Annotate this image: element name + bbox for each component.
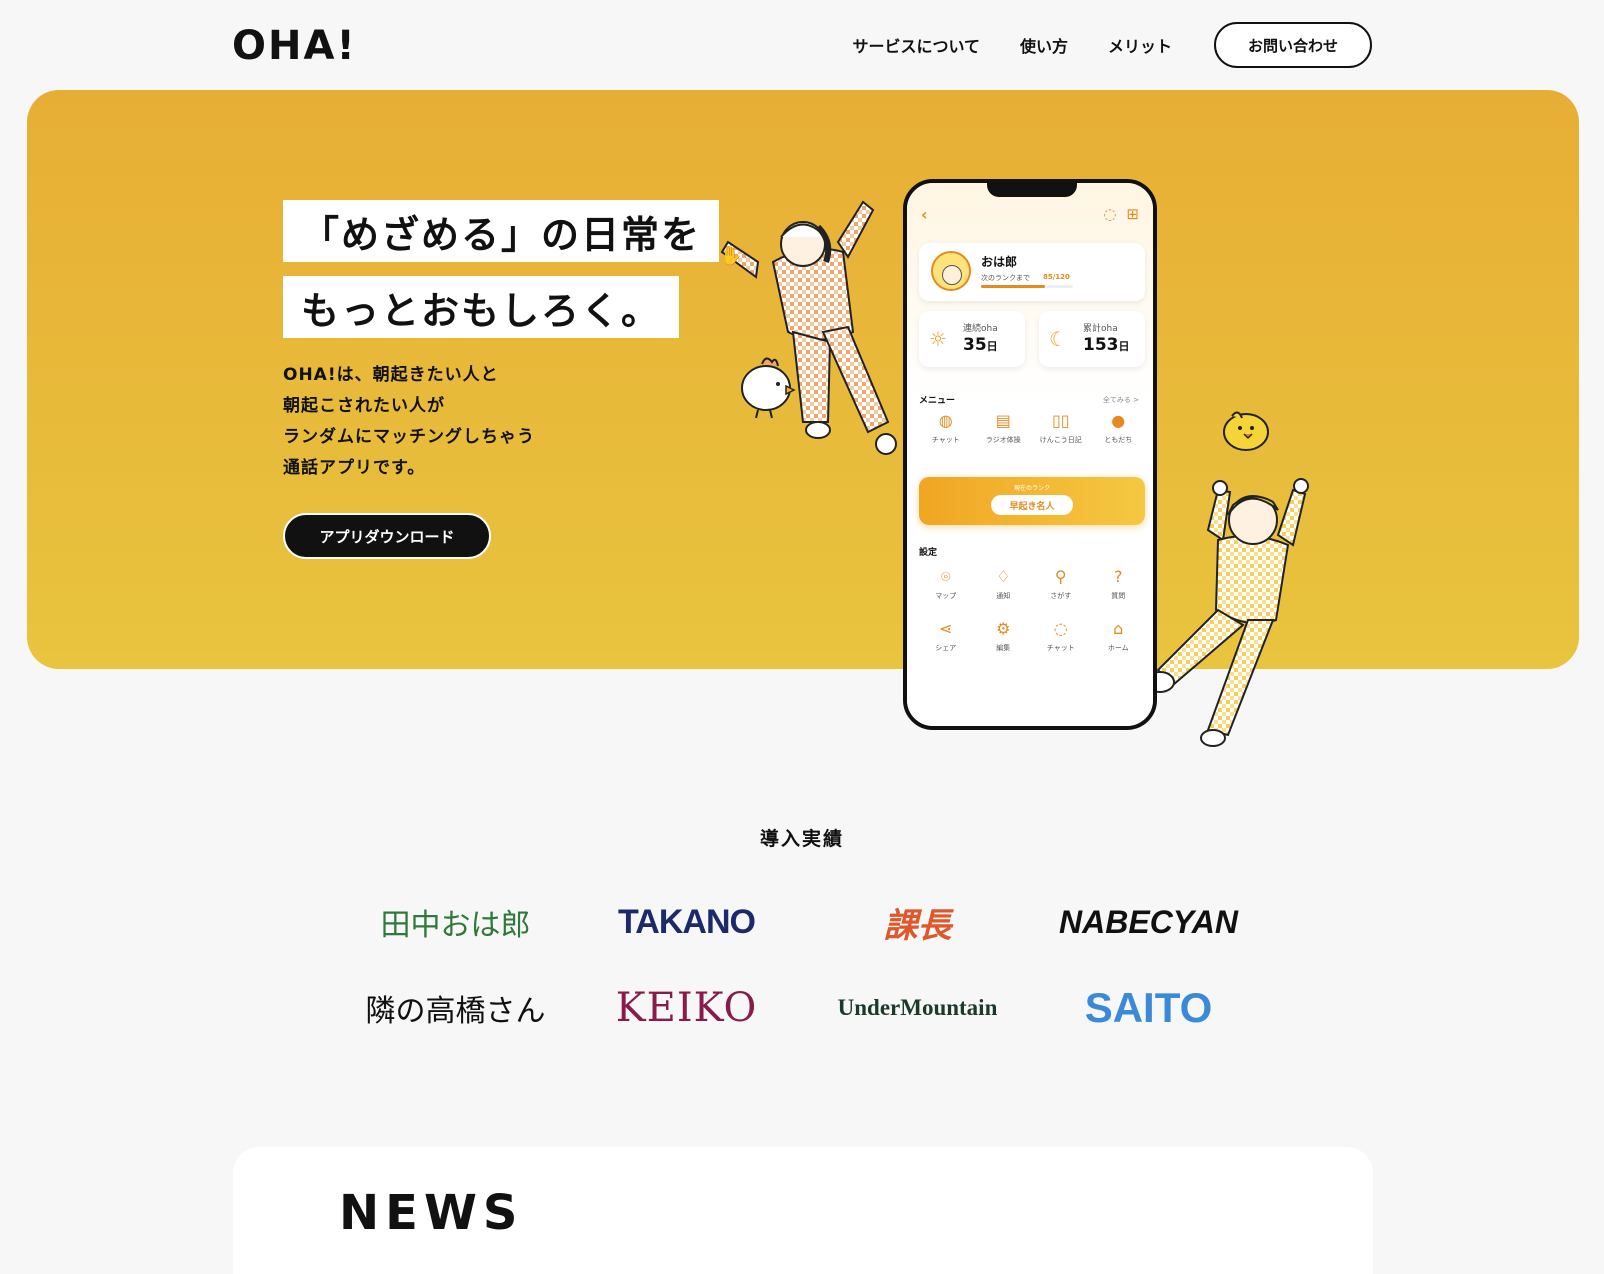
app-download-button[interactable]: アプリダウンロード	[283, 513, 491, 559]
profile-card[interactable]: おは郎 次のランクまで 85/120	[919, 243, 1145, 301]
client-logo-keiko: KEIKO	[615, 985, 758, 1031]
achievements-title: 導入実績	[759, 828, 844, 850]
consecutive-oha-card: ☼ 連続oha 35日	[919, 311, 1025, 367]
rank-progress-value: 85/120	[1043, 273, 1070, 281]
see-all-link[interactable]: 全てみる >	[1103, 395, 1139, 405]
client-logo-undermountain: UnderMountain	[837, 995, 998, 1020]
rank-caption: 現在のランク	[1013, 485, 1050, 492]
menu-section-title: メニュー	[919, 396, 956, 406]
rank-progress-bar	[981, 285, 1073, 288]
client-logo-takahashi: 隣の高橋さん	[365, 994, 546, 1029]
menu-item-diary[interactable]: ▯▯ けんこう日記	[1035, 411, 1087, 445]
stat-value: 35日	[963, 335, 998, 355]
chick-illustration	[1223, 411, 1269, 451]
chicken-illustration	[741, 357, 796, 419]
news-title: NEWS	[339, 1185, 524, 1241]
home-icon: ⌂	[1113, 619, 1124, 638]
gear-icon: ⚙	[996, 619, 1011, 638]
chat-icon: ◍	[938, 411, 953, 430]
rank-progress-fill	[981, 285, 1046, 288]
settings-item-chat[interactable]: ◌ チャット	[1035, 619, 1087, 653]
menu-item-radio[interactable]: ▤ ラジオ体操	[977, 411, 1029, 445]
settings-item-edit[interactable]: ⚙ 編集	[977, 619, 1029, 653]
settings-section-title: 設定	[919, 548, 938, 558]
phone-top-icons: ◌ ⊞	[1103, 205, 1139, 223]
stat-label: 累計oha	[1083, 324, 1118, 334]
settings-item-question[interactable]: ? 質問	[1092, 567, 1144, 601]
chat-bubble-icon[interactable]: ◌	[1103, 205, 1116, 223]
menu-row: ◍ チャット ▤ ラジオ体操 ▯▯ けんこう日記 ● ともだち	[917, 411, 1147, 445]
hero-description-line: 朝起こされたい人が	[283, 396, 445, 416]
client-logo-nabecyan: NABECYAN	[1059, 903, 1238, 940]
svg-text:✋: ✋	[720, 245, 742, 267]
radio-icon: ▤	[995, 411, 1011, 430]
client-logo-grid: 田中おは郎 TAKANO 課長 NABECYAN 隣の高橋さん KEIKO Un…	[340, 898, 1264, 1032]
menu-item-friends[interactable]: ● ともだち	[1092, 411, 1144, 445]
book-icon: ▯▯	[1051, 411, 1070, 430]
person-icon: ●	[1111, 411, 1126, 430]
phone-notch	[987, 183, 1077, 197]
chat-icon: ◌	[1053, 619, 1068, 638]
stat-value: 153日	[1083, 335, 1130, 355]
settings-item-search[interactable]: ⚲ さがす	[1035, 567, 1087, 601]
girl-pajamas-illustration: ✋	[720, 200, 897, 455]
nav-about[interactable]: サービスについて	[852, 33, 980, 57]
settings-row-1: ⌾ マップ ♢ 通知 ⚲ さがす ? 質問	[917, 567, 1147, 601]
client-logo-kacho: 課長	[883, 905, 952, 946]
client-logo-tanaka: 田中おは郎	[380, 908, 531, 943]
moon-icon: ☾	[1049, 327, 1067, 351]
settings-item-share[interactable]: ⋖ シェア	[920, 619, 972, 653]
hero-description: OHA!は、朝起きたい人と 朝起こされたい人が ランダムにマッチングしちゃう 通…	[283, 360, 535, 484]
map-pin-icon: ⌾	[940, 567, 951, 586]
hero-headline-line-1: 「めざめる」の日常を	[283, 200, 720, 262]
grid-menu-icon[interactable]: ⊞	[1126, 205, 1139, 223]
oha-logo[interactable]: OHA!	[232, 26, 357, 66]
stat-label: 連続oha	[963, 324, 998, 334]
avatar	[931, 251, 971, 291]
current-rank-banner[interactable]: 現在のランク 早起き名人	[919, 477, 1145, 525]
settings-item-map[interactable]: ⌾ マップ	[920, 567, 972, 601]
contact-button[interactable]: お問い合わせ	[1214, 22, 1372, 68]
client-logo-saito: SAITO	[1084, 984, 1213, 1031]
settings-row-2: ⋖ シェア ⚙ 編集 ◌ チャット ⌂ ホーム	[917, 619, 1147, 653]
profile-name: おは郎	[981, 255, 1018, 269]
settings-item-home[interactable]: ⌂ ホーム	[1092, 619, 1144, 653]
question-icon: ?	[1114, 567, 1123, 586]
news-section: NEWS	[233, 1147, 1373, 1274]
hero-description-line: 通話アプリです。	[283, 458, 426, 478]
chevron-left-icon[interactable]: ‹	[921, 205, 928, 224]
main-nav: サービスについて 使い方 メリット お問い合わせ	[812, 22, 1372, 68]
search-icon: ⚲	[1054, 567, 1067, 586]
rank-progress-label: 次のランクまで	[981, 274, 1030, 282]
total-oha-card: ☾ 累計oha 153日	[1039, 311, 1145, 367]
menu-item-chat[interactable]: ◍ チャット	[920, 411, 972, 445]
hero-description-line: OHA!は、朝起きたい人と	[283, 365, 499, 385]
settings-item-notification[interactable]: ♢ 通知	[977, 567, 1029, 601]
rank-name-badge: 早起き名人	[991, 495, 1073, 515]
bell-icon: ♢	[996, 567, 1011, 586]
hero-headline-line-2: もっとおもしろく。	[283, 276, 680, 338]
client-logo-takano: TAKANO	[618, 902, 756, 941]
hero-description-line: ランダムにマッチングしちゃう	[283, 427, 535, 447]
nav-merits[interactable]: メリット	[1108, 33, 1172, 57]
share-icon: ⋖	[939, 619, 953, 638]
sunrise-icon: ☼	[929, 327, 947, 351]
logo-text: OHA!	[232, 23, 357, 69]
nav-how-to-use[interactable]: 使い方	[1020, 33, 1068, 57]
phone-mockup: ‹ ◌ ⊞ おは郎 次のランクまで 85/120 ☼ 連続oha 35日 ☾ 累…	[903, 179, 1157, 730]
